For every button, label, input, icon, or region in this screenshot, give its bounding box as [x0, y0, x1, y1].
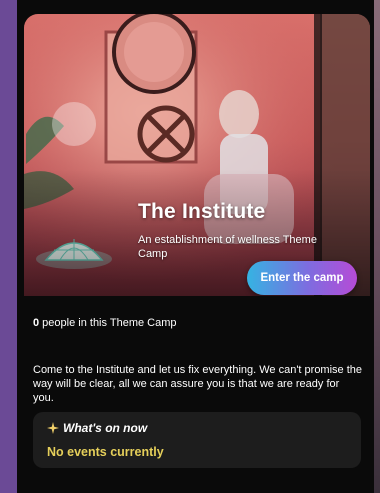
whats-on-now-title: What's on now: [63, 421, 148, 435]
sparkle-icon: [47, 422, 59, 434]
camp-description: Come to the Institute and let us fix eve…: [33, 364, 363, 404]
background-strip: [374, 0, 380, 493]
enter-camp-button[interactable]: Enter the camp: [247, 261, 357, 295]
camp-title: The Institute: [138, 200, 266, 223]
people-count-label: people in this Theme Camp: [39, 317, 177, 329]
whats-on-now-header: What's on now: [47, 421, 147, 435]
no-events-label: No events currently: [47, 445, 164, 459]
camp-header-card: The Institute An establishment of wellne…: [24, 14, 370, 296]
whats-on-now-card: What's on now No events currently: [33, 412, 361, 468]
camp-subtitle: An establishment of wellness Theme Camp: [138, 234, 317, 260]
people-count: 0 people in this Theme Camp: [33, 317, 177, 329]
